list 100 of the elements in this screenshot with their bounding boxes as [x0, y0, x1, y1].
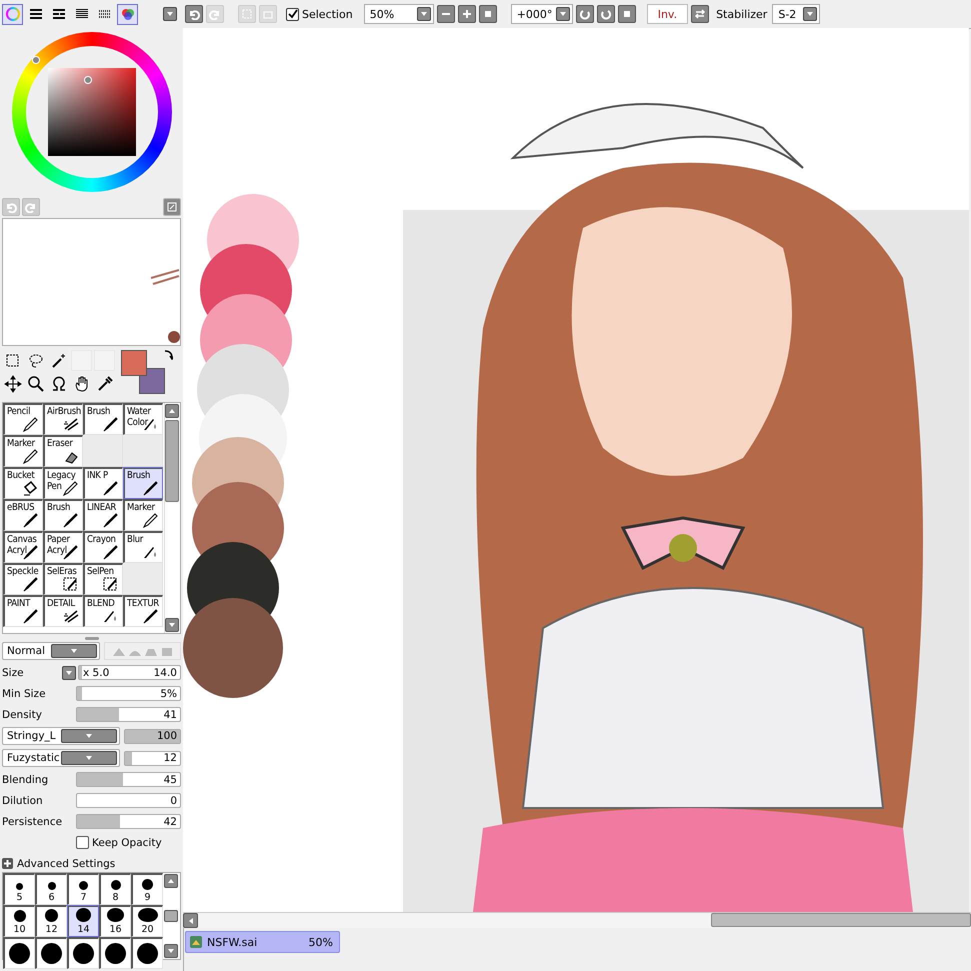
- zoom-in-button[interactable]: [458, 5, 476, 23]
- brush-tool[interactable]: BLEND: [83, 595, 123, 627]
- setting-label: Dilution: [2, 794, 44, 806]
- file-tab[interactable]: NSFW.sai 50%: [185, 931, 340, 953]
- setting-label: Blending: [2, 774, 50, 786]
- setting-slider[interactable]: 45: [76, 772, 181, 787]
- brush-size-preset[interactable]: [99, 937, 131, 969]
- texture-dropdown[interactable]: Stringy_L: [2, 727, 120, 745]
- brush-tool[interactable]: SelEras: [43, 563, 83, 595]
- brush-tool[interactable]: Brush: [83, 403, 123, 435]
- brush-tool[interactable]: AirBrush: [43, 403, 83, 435]
- texture-strength-slider[interactable]: 12: [124, 750, 181, 766]
- zoom-dropdown[interactable]: 50%: [364, 4, 434, 24]
- stabilizer-label: Stabilizer: [716, 8, 768, 20]
- rotation-dropdown[interactable]: +000°: [510, 4, 573, 24]
- size-slider[interactable]: x 5.0 14.0: [78, 665, 181, 680]
- brush-size-preset[interactable]: 8: [99, 873, 131, 905]
- scroll-up-button[interactable]: [165, 404, 179, 418]
- brush-tool[interactable]: Water Color: [123, 403, 163, 435]
- texture-dropdown[interactable]: Fuzystatic: [2, 749, 120, 767]
- reset-rotation-button[interactable]: [618, 5, 636, 23]
- brush-tool[interactable]: Brush: [43, 499, 83, 531]
- brush-tool[interactable]: DETAIL: [43, 595, 83, 627]
- scroll-down-button[interactable]: [164, 944, 178, 958]
- scroll-left-button[interactable]: [183, 913, 198, 928]
- brush-size-preset[interactable]: 6: [35, 873, 67, 905]
- eyedropper-icon: [96, 374, 114, 392]
- brush-tool[interactable]: eBRUS: [3, 499, 43, 531]
- brush-size-preset[interactable]: [131, 937, 163, 969]
- invert-button[interactable]: Inv.: [646, 4, 688, 24]
- brush-size-preset[interactable]: 20: [131, 905, 163, 937]
- brush-tool[interactable]: PAINT: [3, 595, 43, 627]
- keep-opacity-checkbox[interactable]: Keep Opacity: [76, 836, 162, 849]
- splitter-handle[interactable]: [84, 636, 98, 640]
- brush-size-preset[interactable]: 14: [67, 905, 99, 937]
- setting-slider[interactable]: 0: [76, 793, 181, 808]
- brush-size-preset[interactable]: 10: [3, 905, 35, 937]
- brush-tool[interactable]: Canvas Acryl: [3, 531, 43, 563]
- brush-tool[interactable]: Marker: [123, 499, 163, 531]
- brush-tool[interactable]: SelPen: [83, 563, 123, 595]
- brush-size-preset[interactable]: 9: [131, 873, 163, 905]
- brush-tool[interactable]: Eraser: [43, 435, 83, 467]
- zoom-in-icon: [460, 8, 473, 20]
- undo-icon: [188, 8, 200, 20]
- scroll-up-button[interactable]: [164, 874, 178, 888]
- caret-icon: [559, 11, 568, 17]
- hue-handle[interactable]: [32, 56, 40, 64]
- brush-tool[interactable]: INK P: [83, 467, 123, 499]
- secondary-color-swatch[interactable]: [139, 368, 165, 394]
- brush-size-preset[interactable]: [67, 937, 99, 969]
- rotate-right-button[interactable]: [596, 5, 615, 23]
- brush-tool[interactable]: Bucket: [3, 467, 43, 499]
- color-mode-button[interactable]: [117, 4, 138, 24]
- brush-size-preset[interactable]: 12: [35, 905, 67, 937]
- brush-tool[interactable]: Brush: [123, 467, 163, 499]
- brush-tool[interactable]: Pencil: [3, 403, 43, 435]
- advanced-settings-toggle[interactable]: Advanced Settings: [2, 858, 116, 870]
- brush-size-preset[interactable]: 5: [3, 873, 35, 905]
- rotate-right-icon: [600, 8, 612, 20]
- brush-size-preset[interactable]: 7: [67, 873, 99, 905]
- caret-icon: [166, 11, 174, 17]
- brush-size-preset[interactable]: 16: [99, 905, 131, 937]
- setting-slider[interactable]: 5%: [76, 686, 181, 701]
- color-square[interactable]: [48, 68, 136, 156]
- size-range-dropdown[interactable]: [62, 666, 76, 680]
- brush-tool[interactable]: Legacy Pen: [43, 467, 83, 499]
- rotate-left-button[interactable]: [576, 5, 594, 23]
- flip-button[interactable]: [691, 5, 710, 23]
- scrollbar-thumb[interactable]: [711, 913, 971, 927]
- primary-color-swatch[interactable]: [121, 350, 147, 376]
- undo-button[interactable]: [185, 5, 203, 23]
- scroll-down-button[interactable]: [165, 618, 179, 632]
- texture-strength-slider[interactable]: 100: [124, 728, 181, 744]
- setting-slider[interactable]: 42: [76, 814, 181, 829]
- scrollbar-thumb[interactable]: [164, 910, 178, 922]
- brush-tool[interactable]: Speckle: [3, 563, 43, 595]
- blend-mode-dropdown[interactable]: Normal: [2, 642, 100, 660]
- dashed-pen-icon: [102, 575, 119, 592]
- move-tool[interactable]: [2, 373, 23, 394]
- zoom-out-button[interactable]: [436, 5, 455, 23]
- menu-dropdown-button[interactable]: [163, 7, 177, 21]
- color-picker-handle[interactable]: [84, 76, 92, 84]
- scrollbar-thumb[interactable]: [165, 420, 179, 502]
- selection-checkbox[interactable]: Selection: [286, 8, 353, 20]
- stabilizer-dropdown[interactable]: S-2: [772, 4, 820, 24]
- navigator-icon: [166, 201, 178, 213]
- brush-tool[interactable]: LINEAR: [83, 499, 123, 531]
- navigator-button[interactable]: [163, 198, 181, 216]
- brush-tool[interactable]: Marker: [3, 435, 43, 467]
- deselect-icon: [241, 8, 253, 20]
- swap-arrow-icon[interactable]: [163, 350, 173, 360]
- brush-size-preset[interactable]: [35, 937, 67, 969]
- setting-slider[interactable]: 41: [76, 707, 181, 722]
- brush-size-preset[interactable]: [3, 937, 35, 969]
- brush-tool[interactable]: Blur: [123, 531, 163, 563]
- reset-zoom-button[interactable]: [478, 5, 497, 23]
- brush-tool[interactable]: Crayon: [83, 531, 123, 563]
- color-mode-button[interactable]: [2, 4, 23, 24]
- brush-tool[interactable]: TEXTUR: [123, 595, 163, 627]
- brush-tool[interactable]: Paper Acryl: [43, 531, 83, 563]
